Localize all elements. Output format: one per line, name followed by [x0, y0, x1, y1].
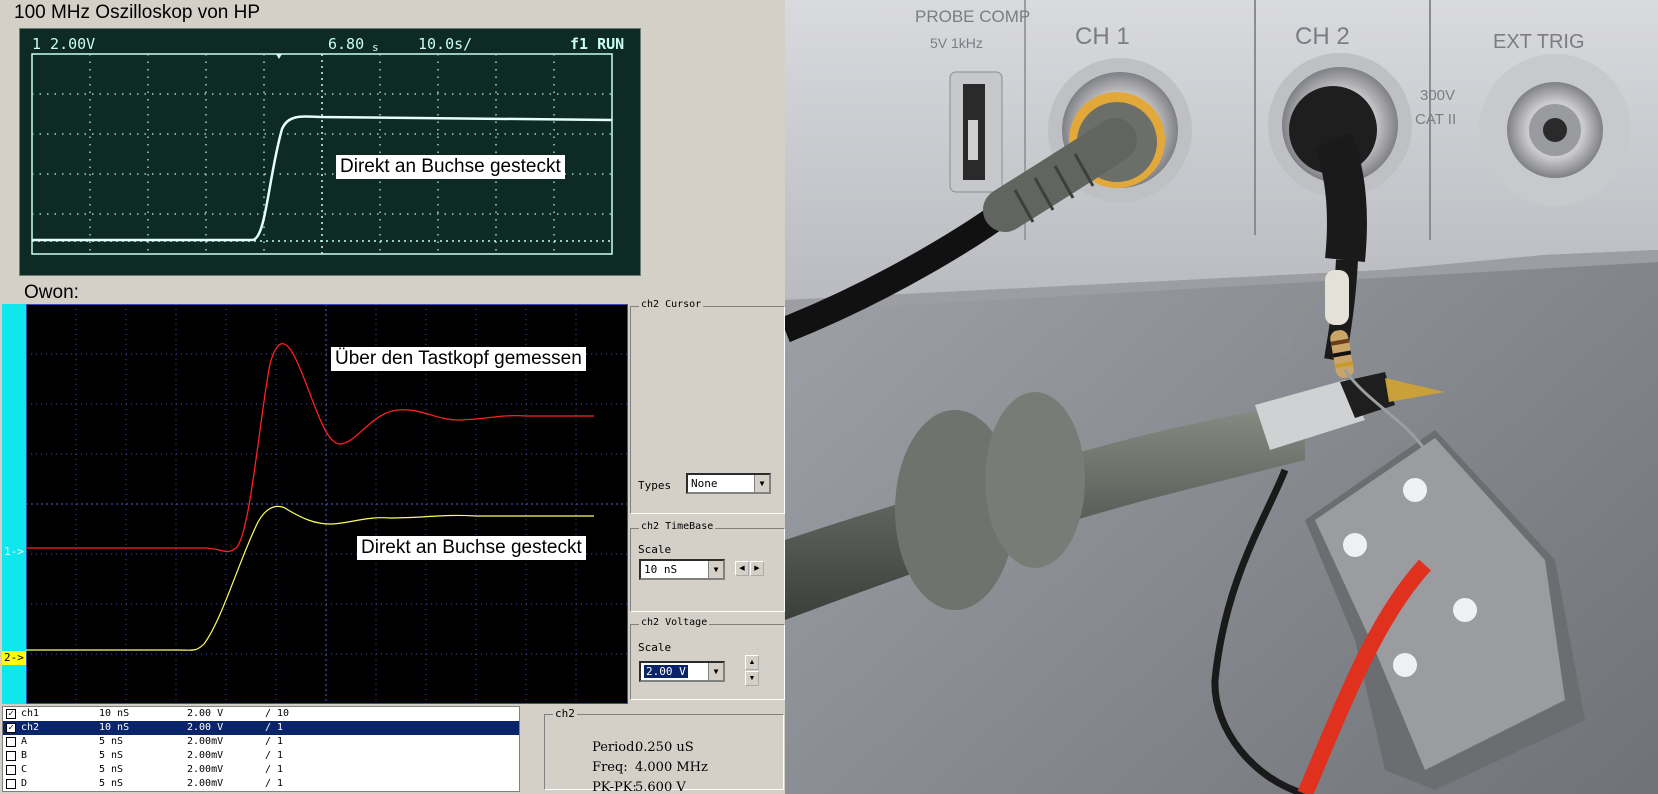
channel-time: 5 nS	[99, 778, 124, 789]
voltage-down-arrow-icon[interactable]: ▼	[745, 671, 759, 686]
pkpk-value: 5.600 V	[635, 780, 686, 794]
hp-scope-display: 1 2.00V 6.80 s 10.0s/ f1 RUN	[31, 35, 624, 255]
pkpk-readout: PK-PK: 5.600 V	[559, 765, 686, 794]
voltage-scale-select[interactable]: 2.00 V ▼	[639, 661, 725, 682]
channel-name: ch1	[21, 708, 40, 719]
channel-checkbox[interactable]: ✓	[6, 709, 16, 719]
table-row[interactable]: D 5 nS 2.00mV / 1	[3, 777, 519, 791]
voltage-up-arrow-icon[interactable]: ▲	[745, 655, 759, 670]
channel-probe: / 1	[265, 736, 284, 747]
hp-title: 100 MHz Oszilloskop von HP	[14, 2, 261, 23]
pkpk-label: PK-PK:	[592, 780, 637, 794]
channel-probe: / 10	[265, 708, 290, 719]
ch2-level-marker[interactable]: 2->	[2, 651, 26, 665]
hp-center-axes	[32, 54, 612, 254]
table-row[interactable]: C 5 nS 2.00mV / 1	[3, 763, 519, 777]
table-row[interactable]: ✓ ch2 10 nS 2.00 V / 1	[3, 721, 519, 735]
owon-label: Owon:	[24, 282, 79, 303]
channel-probe: / 1	[265, 750, 284, 761]
channel-probe: / 1	[265, 722, 284, 733]
ch1-level-marker[interactable]: 1->	[2, 545, 26, 559]
cursor-group-title: ch2 Cursor	[639, 299, 704, 310]
photo-label-probe-comp-sub: 5V 1kHz	[930, 35, 983, 51]
channel-name: ch2	[21, 722, 40, 733]
photo-label-ch2: CH 2	[1295, 23, 1350, 50]
timebase-scale-value: 10 nS	[644, 563, 678, 576]
channel-checkbox[interactable]	[6, 779, 16, 789]
measurement-box: ch2 Period: 0.250 uS Freq: 4.000 MHz PK-PK…	[544, 707, 784, 794]
channel-volt: 2.00mV	[187, 736, 224, 747]
period-value: 0.250 uS	[635, 740, 694, 755]
timebase-scale-select[interactable]: 10 nS ▼	[639, 559, 725, 580]
channel-checkbox[interactable]	[6, 737, 16, 747]
channel-name: D	[21, 778, 28, 789]
timebase-left-arrow-icon[interactable]: ◀	[735, 561, 749, 576]
chevron-down-icon[interactable]: ▼	[708, 663, 723, 680]
channel-volt: 2.00mV	[187, 778, 224, 789]
voltage-scale-value: 2.00 V	[644, 665, 688, 678]
channel-probe: / 1	[265, 764, 284, 775]
voltage-scale-label: Scale	[638, 641, 672, 654]
photo-label-probe-comp: PROBE COMP	[915, 7, 1030, 26]
timebase-group-title: ch2 TimeBase	[639, 521, 716, 532]
channel-name: B	[21, 750, 28, 761]
channel-volt: 2.00 V	[187, 708, 224, 719]
page: 100 MHz Oszilloskop von HP 1 2.00V 6.80 …	[0, 0, 1658, 794]
channel-volt: 2.00 V	[187, 722, 224, 733]
timebase-scale-label: Scale	[638, 543, 672, 556]
table-row[interactable]: A 5 nS 2.00mV / 1	[3, 735, 519, 749]
timebase-right-arrow-icon[interactable]: ▶	[750, 561, 764, 576]
channel-table: ✓ ch1 10 nS 2.00 V / 10 ✓ ch2 10 nS 2.00…	[2, 706, 520, 792]
channel-volt: 2.00mV	[187, 764, 224, 775]
photo-label-rating: 300V	[1420, 87, 1455, 104]
owon-channel-strip	[2, 304, 26, 704]
channel-name: C	[21, 764, 28, 775]
hp-status-time: 10.0s/	[418, 35, 472, 53]
hp-trigger-marker	[276, 54, 282, 59]
types-select-value: None	[691, 477, 718, 490]
freq-value: 4.000 MHz	[635, 760, 708, 775]
owon-annotation-yellow: Direkt an Buchse gesteckt	[357, 536, 586, 560]
channel-volt: 2.00mV	[187, 750, 224, 761]
measurement-title: ch2	[553, 707, 577, 720]
hp-status-mode: f1 RUN	[570, 35, 624, 53]
voltage-group-title: ch2 Voltage	[639, 617, 710, 628]
photo-label-ext-trig: EXT TRIG	[1493, 31, 1585, 53]
channel-checkbox[interactable]	[6, 751, 16, 761]
probe-photo: PROBE COMP 5V 1kHz CH 1 CH 2 EXT TRIG 30…	[785, 0, 1658, 794]
chevron-down-icon[interactable]: ▼	[754, 475, 769, 492]
channel-time: 10 nS	[99, 708, 130, 719]
timebase-group: ch2 TimeBase Scale 10 nS ▼ ◀ ▶	[630, 521, 785, 612]
channel-name: A	[21, 736, 28, 747]
channel-time: 5 nS	[99, 736, 124, 747]
types-select[interactable]: None ▼	[686, 473, 771, 494]
channel-time: 5 nS	[99, 764, 124, 775]
channel-time: 10 nS	[99, 722, 130, 733]
photo-label-rating-cat: CAT II	[1415, 111, 1456, 128]
hp-status-delay: 6.80	[328, 35, 364, 53]
hp-scope-screen: 1 2.00V 6.80 s 10.0s/ f1 RUN	[19, 28, 641, 276]
channel-probe: / 1	[265, 778, 284, 789]
channel-time: 5 nS	[99, 750, 124, 761]
channel-checkbox[interactable]	[6, 765, 16, 775]
channel-checkbox[interactable]: ✓	[6, 723, 16, 733]
table-row[interactable]: B 5 nS 2.00mV / 1	[3, 749, 519, 763]
table-row[interactable]: ✓ ch1 10 nS 2.00 V / 10	[3, 707, 519, 721]
hp-annotation: Direkt an Buchse gesteckt	[336, 155, 565, 179]
hp-status-ch: 1 2.00V	[32, 35, 95, 53]
types-label: Types	[638, 479, 672, 492]
photo-label-ch1: CH 1	[1075, 23, 1130, 50]
voltage-group: ch2 Voltage Scale 2.00 V ▼ ▲ ▼	[630, 617, 785, 700]
chevron-down-icon[interactable]: ▼	[708, 561, 723, 578]
owon-annotation-red: Über den Tastkopf gemessen	[331, 347, 586, 371]
cursor-group: ch2 Cursor Types None ▼	[630, 299, 785, 514]
ch2-trace	[26, 505, 594, 651]
hp-status-delay-unit: s	[372, 41, 379, 54]
probe-photo-image: PROBE COMP 5V 1kHz CH 1 CH 2 EXT TRIG 30…	[785, 0, 1658, 794]
left-panel: 100 MHz Oszilloskop von HP 1 2.00V 6.80 …	[0, 0, 785, 794]
